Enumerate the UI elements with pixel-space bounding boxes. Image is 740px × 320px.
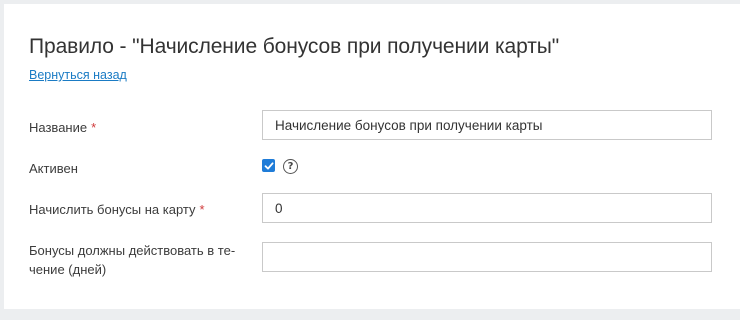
back-link[interactable]: Вернуться назад: [29, 68, 127, 82]
active-checkbox[interactable]: [262, 159, 275, 172]
name-input[interactable]: [262, 110, 712, 140]
validity-days-label-line1: Бонусы должны действовать в те-: [29, 243, 236, 258]
question-circle-icon[interactable]: ?: [283, 159, 298, 174]
name-label-text: Название: [29, 120, 88, 135]
bonus-amount-input[interactable]: [262, 193, 712, 223]
active-label: Активен: [29, 161, 78, 176]
name-label: Название *: [29, 118, 96, 137]
bonus-amount-label-text: Начислить бонусы на карту: [29, 202, 196, 217]
required-mark: *: [91, 120, 97, 135]
required-mark: *: [199, 202, 205, 217]
validity-days-label-line2: чение (дней): [29, 262, 107, 277]
checkmark-icon: [264, 161, 273, 169]
validity-days-label: Бонусы должны действовать в те- чение (д…: [29, 241, 235, 279]
validity-days-input[interactable]: [262, 242, 712, 272]
bonus-amount-label: Начислить бонусы на карту *: [29, 200, 205, 219]
page-title: Правило - "Начисление бонусов при получе…: [29, 35, 560, 58]
rule-panel: Правило - "Начисление бонусов при получе…: [4, 4, 740, 309]
